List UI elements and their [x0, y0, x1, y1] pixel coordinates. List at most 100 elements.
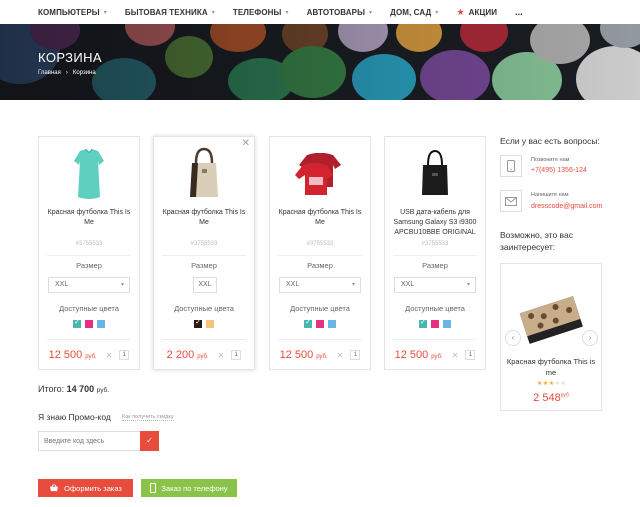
color-swatch[interactable]: [97, 320, 105, 328]
write-label: Напишите нам: [531, 192, 569, 198]
quantity-input[interactable]: 1: [465, 350, 476, 360]
nav-label: БЫТОВАЯ ТЕХНИКА: [124, 7, 208, 17]
divider: [393, 339, 477, 340]
chevron-down-icon: ▾: [120, 282, 124, 288]
size-label: Размер: [307, 261, 333, 270]
color-swatch[interactable]: [443, 320, 451, 328]
quantity-input[interactable]: 1: [231, 350, 242, 360]
nav-item-home-garden[interactable]: ДОМ, САД ▾: [390, 8, 438, 17]
nav-label: КОМПЬЮТЕРЫ: [38, 7, 100, 17]
chevron-down-icon: ▾: [103, 9, 107, 16]
product-price: 2 200: [166, 349, 195, 361]
star-icon: ★★★: [537, 381, 555, 387]
product-name[interactable]: Красная футболка This Is Me: [43, 208, 135, 228]
nav-label: АКЦИИ: [468, 7, 498, 17]
colors-label: Доступные цвета: [405, 304, 465, 313]
nav-label: ДОМ, САД: [390, 7, 432, 17]
breadcrumb-home[interactable]: Главная: [38, 70, 61, 76]
star-icon: ★: [456, 6, 465, 17]
nav-item-phones[interactable]: ТЕЛЕФОНЫ ▾: [233, 8, 289, 17]
size-select[interactable]: XXL ▾: [48, 277, 130, 293]
multiply-icon: ✕: [451, 351, 459, 360]
promo-help-link[interactable]: Как получить скидку: [122, 414, 174, 421]
size-label: Размер: [422, 261, 448, 270]
product-image[interactable]: [385, 147, 485, 199]
email-link[interactable]: dresscode@gmail.com: [531, 203, 602, 210]
product-card: Красная футболка This Is Me #3755533 Раз…: [269, 136, 371, 370]
phone-order-button[interactable]: Заказ по телефону: [141, 479, 237, 497]
divider: [162, 255, 246, 256]
currency: руб.: [316, 354, 328, 360]
color-swatches: [385, 318, 485, 328]
nav-item-appliances[interactable]: БЫТОВАЯ ТЕХНИКА ▾: [125, 8, 215, 17]
nav-more[interactable]: ...: [515, 7, 523, 17]
size-value: XXL: [286, 281, 300, 288]
phone-icon: [500, 155, 522, 177]
recommendations-title: Возможно, это вас заинтересует:: [500, 230, 573, 252]
divider: [162, 339, 246, 340]
basket-icon: [50, 484, 59, 492]
product-card: Красная футболка This Is Me #3755533 Раз…: [38, 136, 140, 370]
promo-code-input[interactable]: [38, 431, 141, 451]
divider: [47, 255, 131, 256]
apply-promo-button[interactable]: ✓: [140, 431, 159, 451]
questions-title: Если у вас есть вопросы:: [500, 136, 600, 146]
color-swatches: [39, 318, 139, 328]
check-icon: ✓: [146, 436, 153, 445]
multiply-icon: ✕: [105, 351, 113, 360]
product-sku: #3755533: [75, 241, 103, 247]
color-swatch[interactable]: [419, 318, 427, 328]
product-sku: #3755533: [306, 241, 334, 247]
product-price: 12 500: [48, 349, 83, 361]
price-row: 12 500 руб. ✕ 1: [385, 349, 485, 361]
promo-title: Я знаю Промо-код: [38, 412, 111, 422]
phone-link[interactable]: +7(495) 1356-124: [531, 167, 587, 174]
currency: руб.: [197, 354, 209, 360]
chevron-right-icon[interactable]: ›: [582, 330, 598, 346]
size-value: XXL: [401, 281, 415, 288]
divider: [278, 255, 362, 256]
envelope-icon: [500, 190, 522, 212]
product-image[interactable]: [270, 147, 370, 199]
phone-icon: [150, 483, 157, 493]
product-image[interactable]: [39, 147, 139, 199]
nav-item-auto[interactable]: АВТОТОВАРЫ ▾: [307, 8, 373, 17]
recommendation-image[interactable]: [515, 290, 587, 353]
color-swatch[interactable]: [431, 320, 439, 328]
nav-label: АВТОТОВАРЫ: [306, 7, 366, 17]
size-select[interactable]: XXL ▾: [394, 277, 476, 293]
color-swatch[interactable]: [304, 318, 312, 328]
size-select[interactable]: XXL ▾: [279, 277, 361, 293]
chevron-left-icon[interactable]: ‹: [505, 330, 521, 346]
size-label: Размер: [76, 261, 102, 270]
product-image[interactable]: [154, 147, 254, 199]
nav-item-computers[interactable]: КОМПЬЮТЕРЫ ▾: [38, 8, 107, 17]
order-total: Итого: 14 700 руб.: [38, 384, 109, 394]
price-row: 12 500 руб. ✕ 1: [39, 349, 139, 361]
size-value-box[interactable]: XXL: [193, 277, 217, 293]
color-swatch[interactable]: [73, 318, 81, 328]
colors-label: Доступные цвета: [59, 304, 119, 313]
color-swatch[interactable]: [85, 320, 93, 328]
chevron-down-icon: ▾: [435, 9, 439, 16]
nav-item-promo[interactable]: ★ АКЦИИ: [456, 7, 497, 18]
product-name[interactable]: Красная футболка This Is Me: [274, 208, 366, 228]
color-swatch[interactable]: [328, 320, 336, 328]
color-swatch[interactable]: [316, 320, 324, 328]
recommendation-card: ‹ › Красная футболка This is me ★★★★★ 2 …: [500, 263, 602, 411]
nav-label: ТЕЛЕФОНЫ: [232, 7, 282, 17]
currency: руб.: [85, 354, 97, 360]
product-name[interactable]: Красная футболка This Is Me: [158, 208, 250, 228]
rating-stars: ★★★★★: [537, 380, 566, 387]
product-name[interactable]: USB дата-кабель для Samsung Galaxy S3 i9…: [389, 208, 481, 238]
recommendation-name[interactable]: Красная футболка This is me: [501, 356, 601, 378]
total-label: Итого:: [38, 384, 65, 394]
color-swatch[interactable]: [194, 318, 202, 328]
chevron-down-icon: ▾: [351, 282, 355, 288]
chevron-down-icon: ▾: [285, 9, 289, 16]
quantity-input[interactable]: 1: [119, 350, 130, 360]
quantity-input[interactable]: 1: [350, 350, 361, 360]
color-swatch[interactable]: [206, 320, 214, 328]
checkout-button[interactable]: Оформить заказ: [38, 479, 133, 497]
product-price: 12 500: [394, 349, 429, 361]
